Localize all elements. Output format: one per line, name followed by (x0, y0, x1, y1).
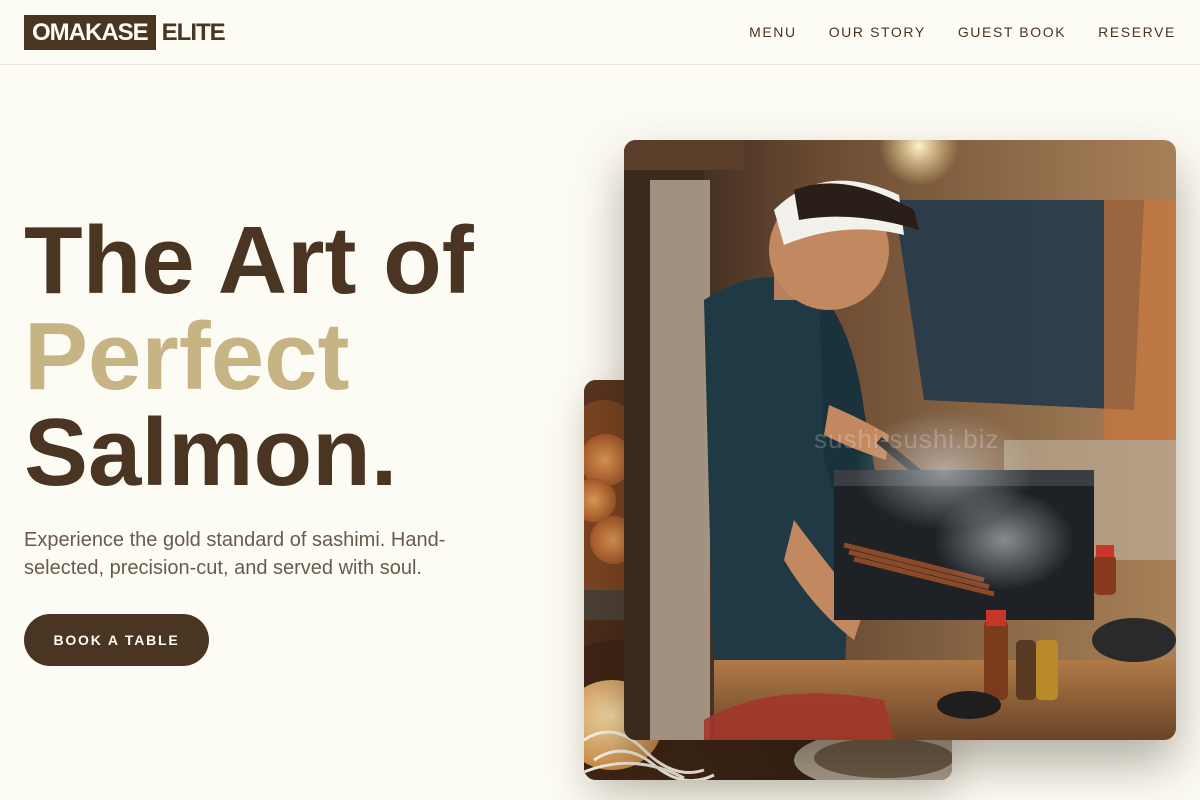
hero-subtitle: Experience the gold standard of sashimi.… (24, 529, 446, 579)
site-header: OMAKASE ELITE MENU OUR STORY GUEST BOOK … (0, 0, 1200, 65)
nav-link-our-story[interactable]: OUR STORY (829, 24, 926, 40)
brand-logo-boxed: OMAKASE (24, 14, 156, 50)
chef-grilling-photo: sushi-sushi.biz (624, 140, 1176, 740)
hero-title-line-1: The Art of (24, 207, 474, 314)
brand-logo[interactable]: OMAKASE ELITE (24, 14, 226, 50)
nav-link-menu[interactable]: MENU (749, 24, 797, 40)
hero-title-line-3: Salmon. (24, 399, 398, 506)
brand-logo-plain: ELITE (161, 18, 226, 46)
nav-link-reserve[interactable]: RESERVE (1098, 24, 1176, 40)
main-nav: MENU OUR STORY GUEST BOOK RESERVE (749, 24, 1176, 40)
book-table-button[interactable]: BOOK A TABLE (24, 614, 209, 666)
photo-watermark: sushi-sushi.biz (814, 424, 1000, 454)
hero-title: The Art of Perfect Salmon. (24, 213, 474, 501)
hero-title-line-2: Perfect (24, 303, 350, 410)
nav-link-guest-book[interactable]: GUEST BOOK (958, 24, 1066, 40)
